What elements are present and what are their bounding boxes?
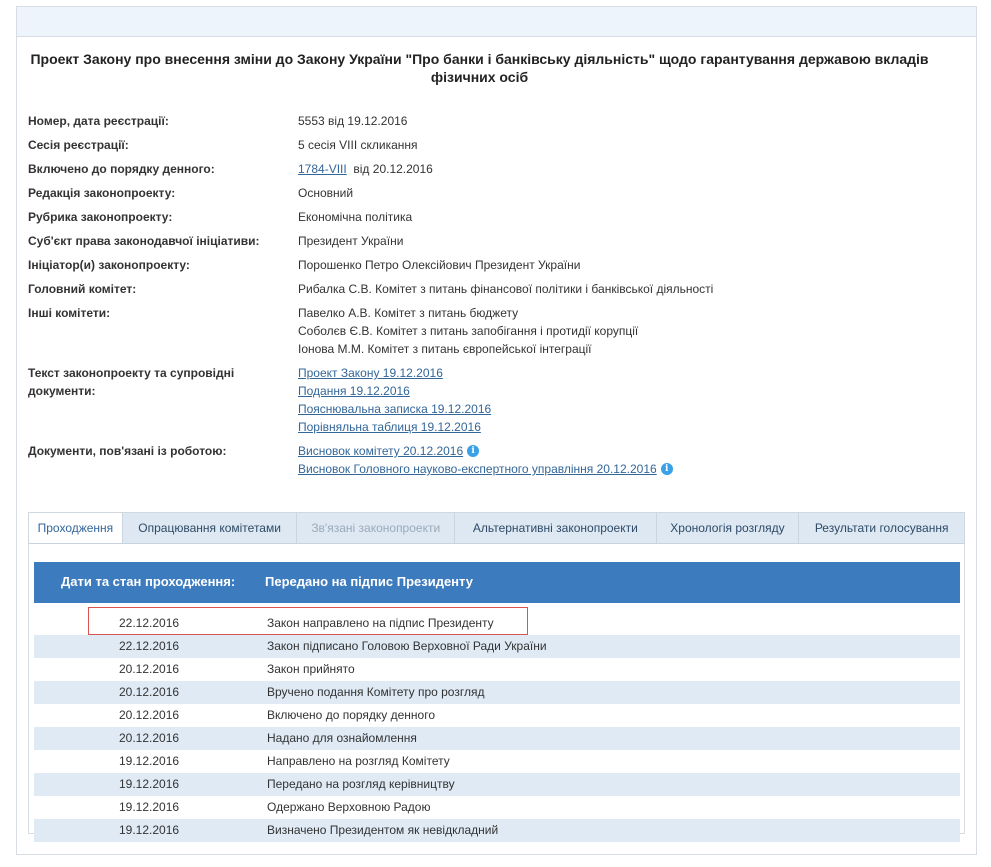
- tab-related-bills: Зв'язані законопроекти: [297, 513, 456, 543]
- info-icon[interactable]: i: [467, 445, 480, 457]
- tab-passage[interactable]: Проходження: [29, 513, 123, 543]
- agenda-date: від 20.12.2016: [353, 162, 433, 176]
- table-row: 22.12.2016 Закон підписано Головою Верхо…: [34, 635, 960, 658]
- other-committee-item: Іонова М.М. Комітет з питань європейсько…: [298, 342, 592, 356]
- row-event: Одержано Верховною Радою: [267, 800, 431, 814]
- field-session-value: 5 сесія VIII скликання: [298, 138, 418, 152]
- table-row: 20.12.2016 Закон прийнято: [34, 658, 960, 681]
- field-agenda-label: Включено до порядку денного:: [28, 162, 215, 176]
- table-row: 19.12.2016 Направлено на розгляд Комітет…: [34, 750, 960, 773]
- table-row: 20.12.2016 Вручено подання Комітету про …: [34, 681, 960, 704]
- field-main-committee-value: Рибалка С.В. Комітет з питань фінансової…: [298, 282, 714, 296]
- field-main-committee-label: Головний комітет:: [28, 282, 137, 296]
- row-event: Передано на розгляд керівництву: [267, 777, 455, 791]
- bill-title: Проект Закону про внесення зміни до Зако…: [30, 51, 929, 85]
- row-event: Надано для ознайомлення: [267, 731, 417, 745]
- row-date: 19.12.2016: [119, 777, 180, 791]
- top-bar: [17, 7, 976, 37]
- row-date: 20.12.2016: [119, 685, 180, 699]
- table-row: 19.12.2016 Одержано Верховною Радою: [34, 796, 960, 819]
- doc-link-submission[interactable]: Подання 19.12.2016: [298, 384, 410, 398]
- other-committee-item: Соболєв Є.В. Комітет з питань запобіганн…: [298, 324, 639, 338]
- agenda-link[interactable]: 1784-VIII: [298, 162, 347, 176]
- table-row: 20.12.2016 Надано для ознайомлення: [34, 727, 960, 750]
- field-initiator-value: Порошенко Петро Олексійович Президент Ук…: [298, 258, 581, 272]
- tab-bar: Проходження Опрацювання комітетами Зв'яз…: [28, 512, 965, 544]
- table-row: 19.12.2016 Передано на розгляд керівницт…: [34, 773, 960, 796]
- row-date: 20.12.2016: [119, 708, 180, 722]
- tab-alternative-bills[interactable]: Альтернативні законопроекти: [455, 513, 657, 543]
- row-event: Закон підписано Головою Верховної Ради У…: [267, 639, 547, 653]
- info-icon[interactable]: i: [660, 463, 673, 475]
- doc-link-committee-conclusion[interactable]: Висновок комітету 20.12.2016: [298, 444, 463, 458]
- row-date: 19.12.2016: [119, 823, 180, 837]
- row-date: 19.12.2016: [119, 800, 180, 814]
- tab-committee-processing[interactable]: Опрацювання комітетами: [122, 513, 298, 543]
- highlight-box: [88, 607, 528, 635]
- row-date: 19.12.2016: [119, 754, 180, 768]
- tab-voting-results[interactable]: Результати голосування: [799, 513, 964, 543]
- table-header-status: Передано на підпис Президенту: [265, 574, 473, 589]
- field-rubric-label: Рубрика законопроекту:: [28, 210, 173, 224]
- field-related-docs-label: Документи, пов'язані із роботою:: [28, 444, 227, 458]
- row-event: Вручено подання Комітету про розгляд: [267, 685, 485, 699]
- row-event: Направлено на розгляд Комітету: [267, 754, 450, 768]
- tab-chronology[interactable]: Хронологія розгляду: [656, 513, 800, 543]
- field-rubric-value: Економічна політика: [298, 210, 413, 224]
- other-committee-item: Павелко А.В. Комітет з питань бюджету: [298, 306, 519, 320]
- field-number-value: 5553 від 19.12.2016: [298, 114, 408, 128]
- row-date: 22.12.2016: [119, 639, 180, 653]
- row-event: Визначено Президентом як невідкладний: [267, 823, 499, 837]
- doc-link-explanatory-note[interactable]: Пояснювальна записка 19.12.2016: [298, 402, 491, 416]
- row-event: Закон прийнято: [267, 662, 355, 676]
- field-session-label: Сесія реєстрації:: [28, 138, 129, 152]
- doc-link-bill[interactable]: Проект Закону 19.12.2016: [298, 366, 443, 380]
- doc-link-comparison-table[interactable]: Порівняльна таблиця 19.12.2016: [298, 420, 481, 434]
- table-row: 19.12.2016 Визначено Президентом як неві…: [34, 819, 960, 842]
- field-number-label: Номер, дата реєстрації:: [28, 114, 169, 128]
- table-header-label: Дати та стан проходження:: [61, 574, 236, 589]
- field-edition-label: Редакція законопроекту:: [28, 186, 176, 200]
- row-date: 20.12.2016: [119, 731, 180, 745]
- field-subject-value: Президент України: [298, 234, 404, 248]
- table-header: Дати та стан проходження: Передано на пі…: [34, 562, 960, 603]
- field-other-committees-label: Інші комітети:: [28, 306, 111, 320]
- field-texts-label: Текст законопроекту та супровідні докуме…: [28, 366, 235, 398]
- row-date: 20.12.2016: [119, 662, 180, 676]
- doc-link-expert-conclusion[interactable]: Висновок Головного науково-експертного у…: [298, 462, 657, 476]
- field-initiator-label: Ініціатор(и) законопроекту:: [28, 258, 190, 272]
- field-edition-value: Основний: [298, 186, 354, 200]
- field-subject-label: Суб'єкт права законодавчої ініціативи:: [28, 234, 260, 248]
- table-row: 20.12.2016 Включено до порядку денного: [34, 704, 960, 727]
- row-event: Включено до порядку денного: [267, 708, 436, 722]
